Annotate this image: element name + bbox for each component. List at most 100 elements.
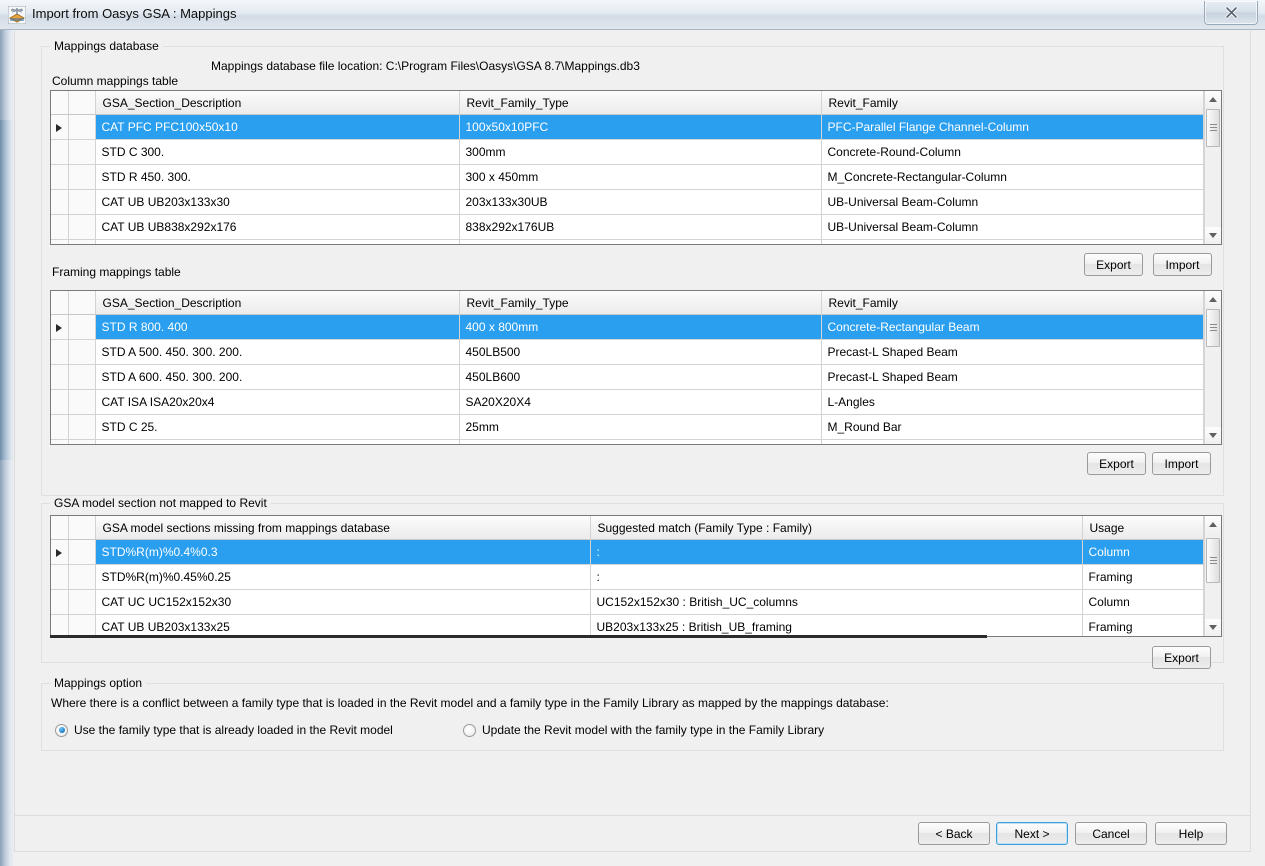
cell-gsa-section-description[interactable]: STD A 500. 450. 300. 200. [95,339,460,365]
radio-button-icon[interactable] [55,723,68,737]
not-mapped-export-button[interactable]: Export [1152,646,1211,669]
cell-revit-family-type[interactable]: 838x292x176UB [459,214,822,240]
cell-revit-family-type[interactable]: 400 x 800mm [459,314,822,340]
cell-revit-family[interactable]: M_Round Bar [821,414,1204,440]
scroll-up-icon[interactable] [1205,516,1221,533]
scrollbar-thumb[interactable] [1206,538,1220,583]
cell-usage[interactable]: Framing [1082,614,1204,636]
cell-revit-family[interactable]: Concrete-Round-Column [821,139,1204,165]
cell-gsa-section-description[interactable]: CAT UB UB203x133x30 [95,439,460,444]
table-row[interactable]: STD C 25. 25mm M_Round Bar [51,414,1204,440]
cell-suggested-match[interactable]: UC152x152x30 : British_UC_columns [590,589,1083,615]
scrollbar-thumb[interactable] [1206,309,1220,347]
scrollbar-thumb[interactable] [1206,109,1220,147]
cell-revit-family-type[interactable]: 100x50x10PFC [459,114,822,140]
cell-revit-family-type[interactable]: 762x267x197UB [459,239,822,244]
cell-revit-family-type[interactable]: 300mm [459,139,822,165]
column-mappings-import-button[interactable]: Import [1153,253,1212,276]
table-row[interactable]: CAT UB UB203x133x25 UB203x133x25 : Briti… [51,614,1204,636]
cell-gsa-section-description[interactable]: CAT PFC PFC100x50x10 [95,114,460,140]
table-row[interactable]: CAT UB UB762x267x197 762x267x197UB UB-Un… [51,239,1204,244]
cell-gsa-section-description[interactable]: CAT ISA ISA20x20x4 [95,389,460,415]
framing-mappings-grid[interactable]: GSA_Section_Description Revit_Family_Typ… [50,290,1222,445]
radio-use-loaded-family-type[interactable]: Use the family type that is already load… [55,723,393,737]
table-row[interactable]: CAT ISA ISA20x20x4 SA20X20X4 L-Angles [51,389,1204,415]
column-mappings-vertical-scrollbar[interactable] [1204,91,1221,244]
cell-gsa-section-description[interactable]: STD R 800. 400 [95,314,460,340]
cell-revit-family-type[interactable]: 300 x 450mm [459,164,822,190]
cell-revit-family[interactable]: Precast-L Shaped Beam [821,364,1204,390]
cell-usage[interactable]: Column [1082,539,1204,565]
table-row[interactable]: CAT UB UB838x292x176 838x292x176UB UB-Un… [51,214,1204,240]
close-icon[interactable] [1204,1,1258,25]
table-row[interactable]: STD%R(m)%0.45%0.25 : Framing [51,564,1204,590]
cell-revit-family[interactable]: UB-Universal Beam [821,439,1204,444]
table-row[interactable]: CAT UC UC152x152x30 UC152x152x30 : Briti… [51,589,1204,615]
not-mapped-horizontal-scrollbar[interactable] [50,635,987,638]
cell-usage[interactable]: Framing [1082,564,1204,590]
table-row[interactable]: STD A 600. 450. 300. 200. 450LB600 Preca… [51,364,1204,390]
cell-missing-section[interactable]: CAT UC UC152x152x30 [95,589,591,615]
cell-gsa-section-description[interactable]: CAT UB UB838x292x176 [95,214,460,240]
cell-revit-family[interactable]: PFC-Parallel Flange Channel-Column [821,114,1204,140]
scroll-up-icon[interactable] [1205,291,1221,308]
cell-gsa-section-description[interactable]: STD C 25. [95,414,460,440]
cell-revit-family-type[interactable]: SA20X20X4 [459,389,822,415]
scroll-down-icon[interactable] [1205,227,1221,244]
help-button[interactable]: Help [1155,822,1227,845]
column-mappings-grid[interactable]: GSA_Section_Description Revit_Family_Typ… [50,90,1222,245]
scroll-down-icon[interactable] [1205,427,1221,444]
table-row[interactable]: CAT UB UB203x133x30 203x133x30UB UB-Univ… [51,439,1204,444]
cell-revit-family[interactable]: UB-Universal Beam-Column [821,189,1204,215]
cell-missing-section[interactable]: STD%R(m)%0.4%0.3 [95,539,591,565]
radio-update-from-family-library[interactable]: Update the Revit model with the family t… [463,723,824,737]
cell-suggested-match[interactable]: : [590,564,1083,590]
table-row[interactable]: CAT UB UB203x133x30 203x133x30UB UB-Univ… [51,189,1204,215]
cell-revit-family[interactable]: UB-Universal Beam-Column [821,214,1204,240]
framing-mappings-vertical-scrollbar[interactable] [1204,291,1221,444]
scroll-up-icon[interactable] [1205,91,1221,108]
table-row[interactable]: CAT PFC PFC100x50x10 100x50x10PFC PFC-Pa… [51,114,1204,140]
framing-mappings-import-button[interactable]: Import [1152,452,1211,475]
column-mappings-export-button[interactable]: Export [1084,253,1143,276]
cell-revit-family-type[interactable]: 450LB500 [459,339,822,365]
cell-usage[interactable]: Column [1082,589,1204,615]
cell-revit-family[interactable]: L-Angles [821,389,1204,415]
column-header-revit-family[interactable]: Revit_Family [821,91,1204,115]
column-header-gsa-section-description[interactable]: GSA_Section_Description [95,91,460,115]
cell-revit-family-type[interactable]: 203x133x30UB [459,189,822,215]
cell-revit-family-type[interactable]: 450LB600 [459,364,822,390]
column-header-suggested-match[interactable]: Suggested match (Family Type : Family) [590,516,1083,540]
column-header-revit-family[interactable]: Revit_Family [821,291,1204,315]
radio-button-icon[interactable] [463,723,476,737]
cell-gsa-section-description[interactable]: STD A 600. 450. 300. 200. [95,364,460,390]
column-header-gsa-section-description[interactable]: GSA_Section_Description [95,291,460,315]
framing-mappings-export-button[interactable]: Export [1087,452,1146,475]
next-button[interactable]: Next > [996,822,1068,845]
column-header-revit-family-type[interactable]: Revit_Family_Type [459,91,822,115]
cell-revit-family-type[interactable]: 203x133x30UB [459,439,822,444]
column-header-missing-sections[interactable]: GSA model sections missing from mappings… [95,516,591,540]
cell-missing-section[interactable]: CAT UB UB203x133x25 [95,614,591,636]
cell-gsa-section-description[interactable]: STD R 450. 300. [95,164,460,190]
table-row[interactable]: STD R 800. 400 400 x 800mm Concrete-Rect… [51,314,1204,340]
cell-revit-family[interactable]: M_Concrete-Rectangular-Column [821,164,1204,190]
table-row[interactable]: STD C 300. 300mm Concrete-Round-Column [51,139,1204,165]
table-row[interactable]: STD A 500. 450. 300. 200. 450LB500 Preca… [51,339,1204,365]
cell-revit-family[interactable]: UB-Universal Beam-Column [821,239,1204,244]
column-header-revit-family-type[interactable]: Revit_Family_Type [459,291,822,315]
column-header-usage[interactable]: Usage [1082,516,1204,540]
table-row[interactable]: STD%R(m)%0.4%0.3 : Column [51,539,1204,565]
cancel-button[interactable]: Cancel [1075,822,1147,845]
cell-gsa-section-description[interactable]: CAT UB UB762x267x197 [95,239,460,244]
cell-revit-family[interactable]: Concrete-Rectangular Beam [821,314,1204,340]
not-mapped-vertical-scrollbar[interactable] [1204,516,1221,636]
not-mapped-grid[interactable]: GSA model sections missing from mappings… [50,515,1222,637]
cell-revit-family[interactable]: Precast-L Shaped Beam [821,339,1204,365]
cell-suggested-match[interactable]: UB203x133x25 : British_UB_framing [590,614,1083,636]
back-button[interactable]: < Back [918,822,990,845]
cell-gsa-section-description[interactable]: CAT UB UB203x133x30 [95,189,460,215]
cell-suggested-match[interactable]: : [590,539,1083,565]
scroll-down-icon[interactable] [1205,619,1221,636]
cell-missing-section[interactable]: STD%R(m)%0.45%0.25 [95,564,591,590]
